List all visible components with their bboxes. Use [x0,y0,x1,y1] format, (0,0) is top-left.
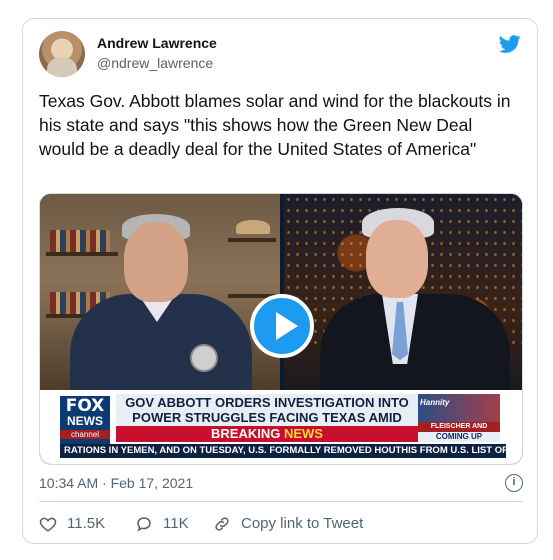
tweet-timestamp[interactable]: 10:34 AM · Feb 17, 2021 [39,475,193,491]
tweet-text: Texas Gov. Abbott blames solar and wind … [39,91,511,159]
breaking-news-banner: BREAKING NEWS [116,426,418,442]
fox-news-logo: FOX NEWS channel [60,396,110,444]
author-handle[interactable]: @ndrew_lawrence [97,55,213,71]
news-headline: GOV ABBOTT ORDERS INVESTIGATION INTO POW… [116,394,418,440]
show-promo: Hannity FLEISCHER AND DEVINE COMING UP [418,394,500,442]
news-lower-third: FOX NEWS channel GOV ABBOTT ORDERS INVES… [40,390,522,464]
author-display-name[interactable]: Andrew Lawrence [97,35,217,51]
copy-link-label: Copy link to Tweet [241,515,364,532]
like-button[interactable]: 11.5K [39,513,119,535]
link-icon [215,517,229,531]
heart-icon [39,517,57,532]
tweet-actions: 11.5K 11K Copy link to Tweet [39,513,523,537]
divider [39,501,523,502]
video-player[interactable]: FOX NEWS channel GOV ABBOTT ORDERS INVES… [39,193,523,465]
video-frame-right [284,194,522,394]
copy-link-button[interactable]: Copy link to Tweet [213,513,383,535]
video-frame-left [40,194,280,394]
tweet-header: Andrew Lawrence @ndrew_lawrence [39,31,523,81]
reply-bubble-icon [137,517,151,532]
info-icon[interactable]: i [505,474,523,492]
news-ticker: RATIONS IN YEMEN, AND ON TUESDAY, U.S. F… [60,444,506,458]
avatar[interactable] [39,31,85,77]
reply-count: 11K [163,515,189,532]
twitter-bird-icon[interactable] [497,33,523,55]
like-count: 11.5K [67,515,106,532]
play-icon[interactable] [250,294,314,358]
tweet-card[interactable]: Andrew Lawrence @ndrew_lawrence Texas Go… [22,18,538,544]
reply-button[interactable]: 11K [135,513,205,535]
